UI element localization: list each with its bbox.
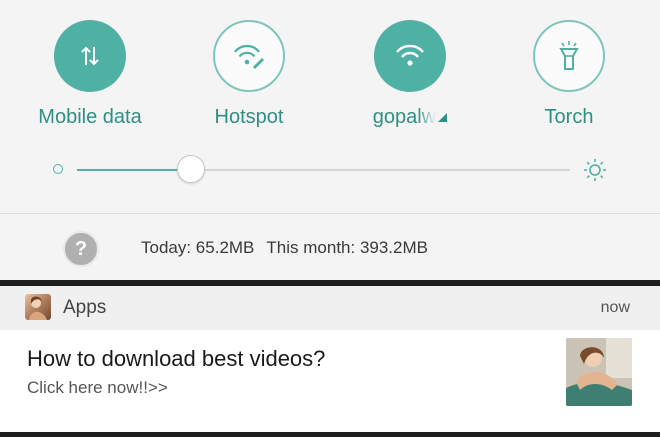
help-icon[interactable]: ? — [63, 231, 99, 267]
notification-time: now — [600, 299, 630, 316]
notification-header: Apps now — [0, 286, 660, 330]
mobile-data-icon — [81, 46, 99, 66]
notification-text: Click here now!!>> — [27, 378, 168, 397]
brightness-slider-thumb[interactable] — [177, 155, 205, 183]
tile-label-mobile-data: Mobile data — [38, 106, 142, 128]
torch-toggle[interactable] — [533, 20, 605, 92]
notification-card[interactable]: Apps now How to download best videos? Cl… — [0, 286, 660, 432]
tile-label-hotspot: Hotspot — [214, 106, 284, 128]
hotspot-icon — [234, 44, 265, 70]
data-usage-today: Today: 65.2MB — [141, 238, 255, 257]
tile-hotspot[interactable]: Hotspot — [194, 20, 304, 129]
notification-thumbnail — [566, 338, 632, 406]
hotspot-toggle[interactable] — [213, 20, 285, 92]
notification-title: How to download best videos? — [27, 346, 326, 371]
brightness-fill — [77, 169, 192, 171]
tile-torch[interactable]: Torch — [514, 20, 624, 129]
signal-triangle-icon — [438, 113, 448, 122]
wifi-toggle[interactable] — [374, 20, 446, 92]
divider — [0, 213, 660, 214]
brightness-high-icon — [584, 159, 606, 181]
torch-icon — [559, 41, 579, 70]
app-icon — [25, 294, 51, 320]
quick-settings-panel: Mobile data Hotspot gopalw Torch ? Today… — [0, 0, 660, 280]
wifi-icon — [396, 44, 424, 66]
tile-wifi[interactable]: gopalw — [355, 20, 465, 129]
notification-app-name: Apps — [63, 297, 107, 318]
tile-label-torch: Torch — [544, 106, 594, 128]
data-usage-summary: Today: 65.2MB This month: 393.2MB — [141, 238, 428, 258]
tile-label-wifi: gopalw — [355, 106, 465, 129]
brightness-low-icon — [53, 164, 63, 174]
tile-mobile-data[interactable]: Mobile data — [35, 20, 145, 129]
mobile-data-toggle[interactable] — [54, 20, 126, 92]
data-usage-month: This month: 393.2MB — [266, 238, 428, 257]
brightness-track[interactable] — [192, 169, 570, 171]
